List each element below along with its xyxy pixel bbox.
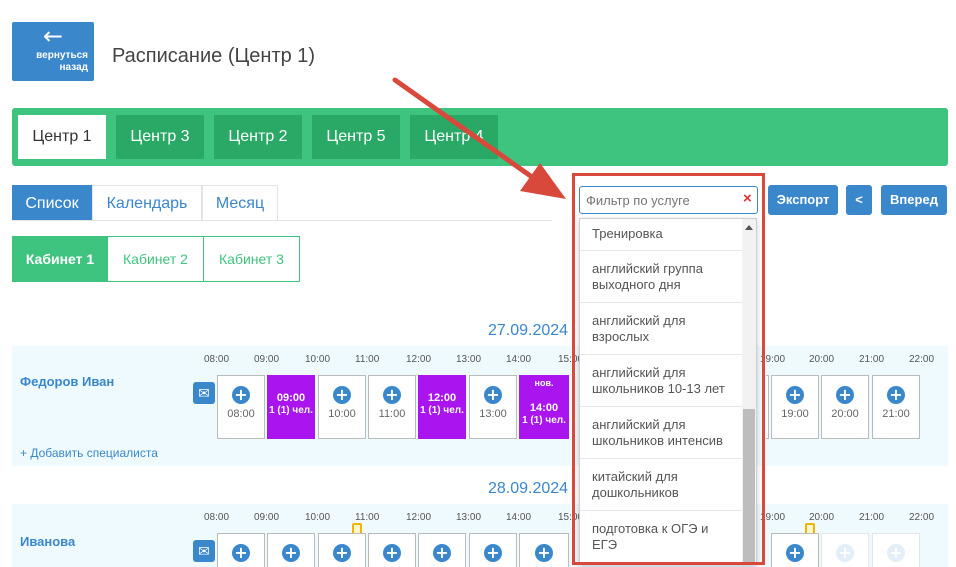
time-slot[interactable]: + — [368, 533, 416, 567]
plus-circle-icon: + — [383, 544, 401, 562]
tab-cabinet-1[interactable]: Кабинет 1 — [12, 236, 108, 282]
booked-slot[interactable]: 09:00 1 (1) чел. — [267, 375, 315, 439]
prev-button[interactable]: < — [846, 185, 872, 215]
envelope-icon[interactable]: ✉ — [193, 540, 215, 562]
tab-month[interactable]: Месяц — [202, 185, 278, 221]
booked-slot[interactable]: 12:00 1 (1) чел. — [418, 375, 466, 439]
time-slot[interactable]: + — [418, 533, 466, 567]
tab-center-4[interactable]: Центр 4 — [410, 115, 498, 159]
back-label-line2: назад — [59, 62, 88, 73]
time-slot[interactable]: + — [469, 533, 517, 567]
time-slot-disabled: + — [821, 533, 869, 567]
arrow-left-icon: ← — [42, 22, 64, 50]
time-slot[interactable]: + — [267, 533, 315, 567]
hour-label: 20:00 — [809, 512, 835, 523]
hour-label: 09:00 — [254, 512, 280, 523]
add-specialist-link[interactable]: + Добавить специалиста — [20, 446, 158, 460]
hour-label: 20:00 — [809, 354, 835, 365]
hour-label: 14:00 — [506, 354, 532, 365]
time-slot[interactable]: +10:00 — [318, 375, 366, 439]
plus-circle-icon: + — [484, 544, 502, 562]
centers-tab-bar: Центр 1 Центр 3 Центр 2 Центр 5 Центр 4 — [12, 108, 948, 166]
plus-circle-icon: + — [484, 386, 502, 404]
day2-date: 28.09.2024 — [488, 480, 569, 497]
plus-circle-icon: + — [232, 544, 250, 562]
plus-circle-icon: + — [333, 544, 351, 562]
hour-label: 13:00 — [456, 354, 482, 365]
export-button[interactable]: Экспорт — [768, 185, 838, 215]
plus-circle-icon: + — [786, 544, 804, 562]
plus-circle-icon: + — [383, 386, 401, 404]
hour-label: 21:00 — [859, 354, 885, 365]
tab-list[interactable]: Список — [12, 185, 92, 221]
hour-label: 22:00 — [909, 354, 935, 365]
plus-circle-icon: + — [836, 386, 854, 404]
time-slot[interactable]: +13:00 — [469, 375, 517, 439]
tabs-divider — [12, 220, 552, 221]
tab-cabinet-2[interactable]: Кабинет 2 — [107, 236, 204, 282]
time-slot[interactable]: +11:00 — [368, 375, 416, 439]
plus-circle-icon: + — [786, 386, 804, 404]
next-button[interactable]: Вперед — [881, 185, 947, 215]
hour-label: 21:00 — [859, 512, 885, 523]
hour-label: 13:00 — [456, 512, 482, 523]
time-slot[interactable]: +20:00 — [821, 375, 869, 439]
tab-center-5[interactable]: Центр 5 — [312, 115, 400, 159]
time-slot[interactable]: +21:00 — [872, 375, 920, 439]
plus-circle-icon: + — [887, 386, 905, 404]
plus-circle-icon: + — [836, 544, 854, 562]
specialist-name[interactable]: Иванова — [20, 534, 75, 549]
tab-center-1[interactable]: Центр 1 — [18, 115, 106, 159]
hour-label: 11:00 — [355, 512, 380, 523]
tab-center-3[interactable]: Центр 3 — [116, 115, 204, 159]
plus-icon: + — [20, 446, 31, 460]
time-slot[interactable]: +08:00 — [217, 375, 265, 439]
page-title: Расписание (Центр 1) — [112, 45, 316, 67]
plus-circle-icon: + — [232, 386, 250, 404]
hour-label: 10:00 — [305, 512, 331, 523]
plus-circle-icon: + — [433, 544, 451, 562]
hour-label: 10:00 — [305, 354, 331, 365]
hour-label: 11:00 — [355, 354, 380, 365]
plus-circle-icon: + — [333, 386, 351, 404]
time-slot-disabled: + — [872, 533, 920, 567]
time-slot[interactable]: + — [318, 533, 366, 567]
hour-label: 09:00 — [254, 354, 280, 365]
time-slot[interactable]: + — [519, 533, 569, 567]
hour-label: 22:00 — [909, 512, 935, 523]
back-label-line1: вернуться — [36, 50, 88, 61]
hour-label: 14:00 — [506, 512, 532, 523]
time-slot[interactable]: +19:00 — [771, 375, 819, 439]
hour-label: 12:00 — [406, 354, 432, 365]
annotation-highlight-box — [572, 173, 765, 565]
tab-calendar[interactable]: Календарь — [92, 185, 202, 221]
specialist-name[interactable]: Федоров Иван — [20, 374, 114, 389]
time-slot[interactable]: + — [771, 533, 819, 567]
day1-date: 27.09.2024 — [488, 322, 569, 339]
tab-center-2[interactable]: Центр 2 — [214, 115, 302, 159]
hour-label: 08:00 — [204, 354, 230, 365]
hour-label: 08:00 — [204, 512, 230, 523]
annotation-arrow-icon — [392, 77, 566, 199]
booked-slot[interactable]: нов. 14:00 1 (1) чел. — [519, 375, 569, 439]
hour-label: 12:00 — [406, 512, 432, 523]
plus-circle-icon: + — [282, 544, 300, 562]
plus-circle-icon: + — [535, 544, 553, 562]
time-slot[interactable]: + — [217, 533, 265, 567]
tab-cabinet-3[interactable]: Кабинет 3 — [203, 236, 300, 282]
envelope-icon[interactable]: ✉ — [193, 382, 215, 404]
plus-circle-icon: + — [887, 544, 905, 562]
time-slot-edge — [766, 375, 769, 439]
back-button[interactable]: ← вернуться назад — [12, 22, 94, 81]
